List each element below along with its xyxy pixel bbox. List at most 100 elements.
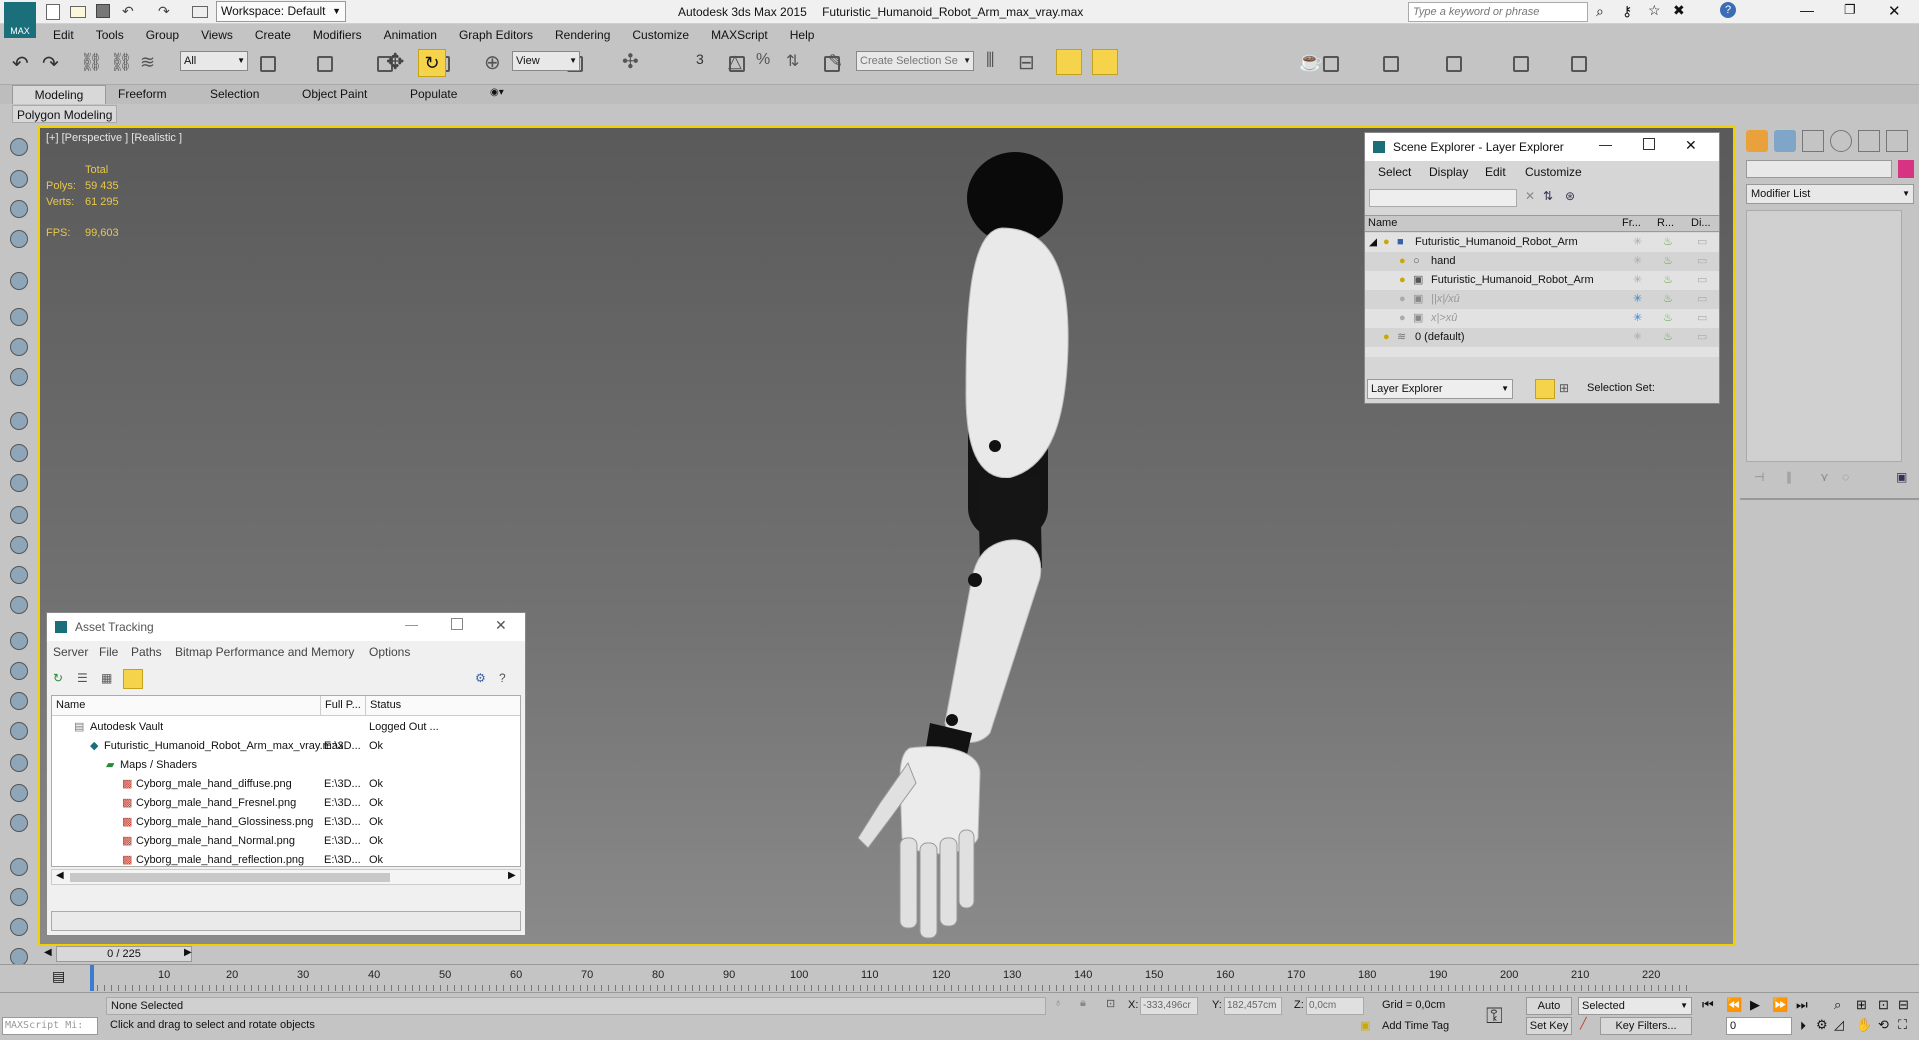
bulb-icon[interactable]: ●	[1383, 328, 1390, 347]
time-prev-icon[interactable]: ◀	[44, 947, 52, 958]
zoom-extents-all-icon[interactable]: ⊟	[1898, 997, 1909, 1013]
display-tab-icon[interactable]	[1858, 130, 1880, 152]
modifier-stack[interactable]	[1746, 210, 1902, 462]
menu-edit[interactable]: Edit	[42, 24, 85, 46]
bulb-icon[interactable]: ●	[1399, 271, 1406, 290]
asset-path-field[interactable]	[51, 911, 521, 931]
list-view-icon[interactable]: ☰	[77, 671, 88, 685]
compass-icon[interactable]	[6, 810, 32, 836]
settings-icon[interactable]	[6, 718, 32, 744]
remove-modifier-icon[interactable]: ◌	[1842, 470, 1849, 484]
tree-row-label[interactable]: x|>xû	[1431, 309, 1457, 328]
asset-col-path[interactable]: Full P...	[320, 696, 361, 715]
pin-stack-icon[interactable]: ⊣	[1754, 470, 1764, 484]
display-icon[interactable]: ▭	[1697, 309, 1707, 328]
freeze-icon[interactable]: ✳	[1633, 309, 1642, 328]
show-end-result-icon[interactable]: ∥	[1786, 470, 1792, 484]
col-name[interactable]: Name	[1368, 217, 1397, 229]
redo-icon[interactable]: ↷	[158, 3, 170, 20]
key-filters-button[interactable]: Key Filters...	[1600, 1017, 1692, 1035]
find-icon[interactable]: ⊛	[1565, 189, 1575, 203]
select-object-icon[interactable]	[254, 50, 278, 74]
link-icon[interactable]: ⛓	[80, 52, 103, 73]
modify-tab-icon[interactable]	[1774, 130, 1796, 152]
torus-icon[interactable]	[6, 592, 32, 618]
render-icon[interactable]	[6, 688, 32, 714]
asset-tracking-titlebar[interactable]: Asset Tracking — ✕	[47, 613, 525, 641]
se-menu-display[interactable]: Display	[1429, 165, 1468, 179]
restore-icon[interactable]: ❐	[1844, 2, 1856, 18]
redo-icon[interactable]: ↷	[42, 51, 59, 76]
menu-rendering[interactable]: Rendering	[544, 24, 621, 46]
undo-icon[interactable]: ↶	[12, 51, 29, 76]
se-menu-select[interactable]: Select	[1378, 165, 1411, 179]
previous-frame-icon[interactable]: ⏪	[1726, 997, 1742, 1013]
minimize-icon[interactable]: —	[405, 617, 418, 632]
render-teapot-icon[interactable]: ♨	[1663, 328, 1673, 347]
track-view-icon[interactable]	[6, 196, 32, 222]
subscription-icon[interactable]: ⚷	[1622, 3, 1632, 20]
field-of-view-icon[interactable]: ◿	[1834, 1017, 1844, 1033]
plane-icon[interactable]	[6, 628, 32, 654]
current-frame-input[interactable]: 0	[1726, 1017, 1792, 1035]
key-filter-icon[interactable]: ╱	[1580, 1017, 1587, 1030]
viewport-tool-icon[interactable]	[6, 134, 32, 160]
close-icon[interactable]: ✕	[495, 617, 507, 634]
refresh-icon[interactable]: ↻	[53, 671, 63, 685]
bulb-icon[interactable]: ●	[1399, 309, 1406, 328]
robot-arm-model[interactable]	[740, 148, 1100, 946]
align-icon[interactable]: ⊟	[1018, 50, 1035, 75]
sphere-icon[interactable]	[6, 440, 32, 466]
tree-row-label[interactable]: hand	[1431, 252, 1455, 271]
at-menu-server[interactable]: Server	[53, 645, 88, 659]
tree-row[interactable]: ● ▣ ||x|/xû ✳ ♨ ▭	[1365, 290, 1719, 309]
go-to-end-icon[interactable]: ⏭	[1796, 997, 1808, 1013]
modifier-list-dropdown[interactable]: Modifier List ▼	[1746, 184, 1914, 204]
at-menu-paths[interactable]: Paths	[131, 645, 162, 659]
search-input[interactable]: Type a keyword or phrase	[1408, 2, 1588, 22]
display-icon[interactable]: ▭	[1697, 252, 1707, 271]
maximize-icon[interactable]	[1643, 138, 1655, 150]
project-folder-icon[interactable]	[192, 6, 208, 18]
exchange-icon[interactable]: ✖	[1673, 2, 1685, 19]
track-bar[interactable]: ▤ 10 20 30 40 50 60 70 80 90 100 110 120…	[0, 964, 1919, 991]
material-editor-icon[interactable]	[1440, 50, 1464, 74]
go-to-start-icon[interactable]: ⏮	[1702, 997, 1714, 1013]
time-slider-thumb[interactable]: 0 / 225	[56, 946, 192, 962]
time-config-icon[interactable]: ⚙	[1816, 1017, 1828, 1033]
spinner-snap-icon[interactable]: ⇅	[786, 51, 799, 71]
render-teapot-icon[interactable]: ♨	[1663, 309, 1673, 328]
tree-row-label[interactable]: 0 (default)	[1415, 328, 1465, 347]
play-icon[interactable]: ▶	[1750, 997, 1760, 1013]
asset-row[interactable]: ◆ Futuristic_Humanoid_Robot_Arm_max_vray…	[52, 737, 520, 756]
freeze-icon[interactable]: ✳	[1633, 271, 1642, 290]
close-icon[interactable]: ✕	[1888, 2, 1901, 20]
teapot-icon[interactable]	[6, 502, 32, 528]
asset-row[interactable]: ▤ Autodesk Vault Logged Out ...	[52, 718, 520, 737]
bind-space-warp-icon[interactable]: ≋	[140, 52, 155, 73]
at-menu-file[interactable]: File	[99, 645, 118, 659]
minimize-icon[interactable]: —	[1800, 2, 1814, 18]
render-teapot-icon[interactable]: ♨	[1663, 252, 1673, 271]
orbit-icon[interactable]: ⟲	[1878, 1017, 1889, 1033]
key-mode-dropdown[interactable]: Selected ▼	[1578, 997, 1692, 1015]
reference-coord-dropdown[interactable]: View ▼	[512, 51, 580, 71]
binoculars-icon[interactable]: ⌕	[1596, 3, 1604, 20]
bulb-icon[interactable]: ●	[1383, 233, 1390, 252]
scene-explorer-search-input[interactable]	[1369, 189, 1517, 207]
ribbon-tab-modeling[interactable]: Modeling	[12, 85, 106, 105]
ribbon-options-icon[interactable]: ◉▾	[490, 87, 504, 98]
schematic-icon[interactable]	[6, 226, 32, 252]
layers-toggle-icon[interactable]	[1535, 379, 1555, 399]
help-icon[interactable]: ?	[499, 671, 506, 685]
next-frame-icon[interactable]: ⏩	[1772, 997, 1788, 1013]
menu-views[interactable]: Views	[190, 24, 244, 46]
hierarchy-tab-icon[interactable]	[1802, 130, 1824, 152]
configure-modifier-sets-icon[interactable]: ▣	[1896, 470, 1907, 484]
time-next-icon[interactable]: ▶	[184, 947, 192, 958]
y-coordinate-input[interactable]: 182,457cm	[1224, 997, 1282, 1015]
asset-row[interactable]: ▩ Cyborg_male_hand_Normal.png E:\3D... O…	[52, 832, 520, 851]
maximize-icon[interactable]	[451, 618, 463, 630]
scroll-thumb[interactable]	[70, 873, 390, 882]
utilities-tab-icon[interactable]	[1886, 130, 1908, 152]
